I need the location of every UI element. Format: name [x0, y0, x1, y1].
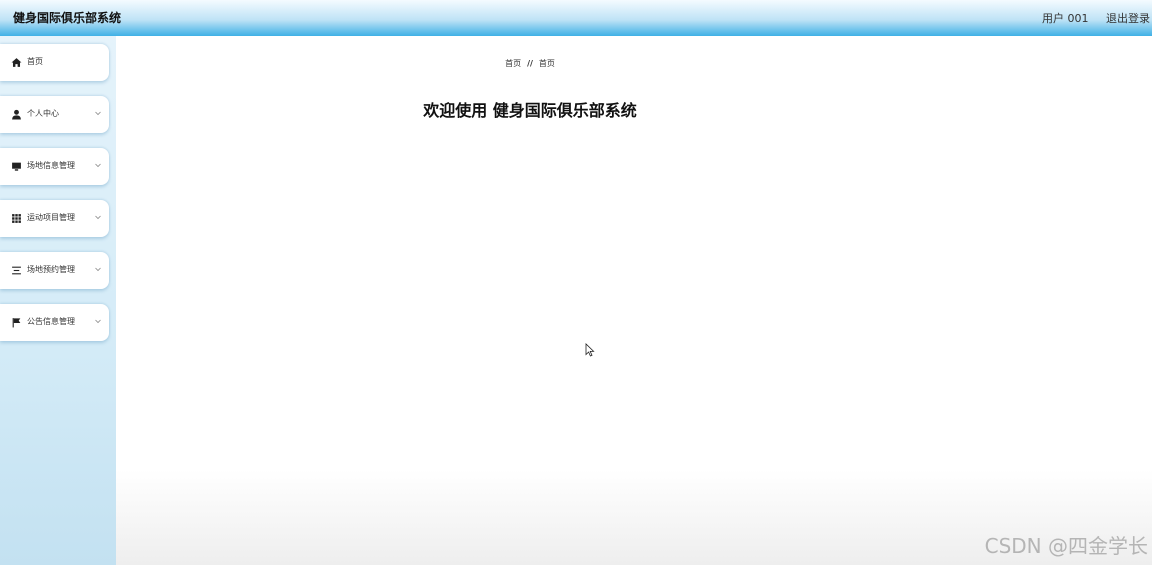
header-user-area: 用户 001 退出登录 — [1028, 10, 1150, 26]
sidebar-item-sports-items[interactable]: 运动项目管理 — [0, 200, 109, 237]
chevron-down-icon — [95, 215, 101, 220]
welcome-heading: 欢迎使用 健身国际俱乐部系统 — [423, 101, 637, 120]
chevron-down-icon — [95, 163, 101, 168]
breadcrumb-item: 首页 — [538, 59, 555, 68]
sidebar-item-venue-info[interactable]: 场地信息管理 — [0, 148, 109, 185]
user-name[interactable]: 用户 001 — [1042, 12, 1089, 25]
sidebar-item-label: 场地预约管理 — [27, 265, 75, 274]
top-header: 健身国际俱乐部系统 用户 001 退出登录 — [0, 0, 1152, 36]
mouse-cursor-icon — [585, 343, 595, 357]
chevron-down-icon — [95, 267, 101, 272]
grid-icon — [12, 214, 21, 223]
chevron-down-icon — [95, 319, 101, 324]
main-content: 首页 // 首页 欢迎使用 健身国际俱乐部系统 — [116, 36, 1152, 565]
watermark: CSDN @四金学长 — [984, 534, 1148, 558]
sidebar-item-label: 公告信息管理 — [27, 317, 75, 326]
list-icon — [12, 266, 21, 275]
monitor-icon — [12, 162, 21, 171]
app-title: 健身国际俱乐部系统 — [13, 11, 122, 25]
sidebar-item-announcements[interactable]: 公告信息管理 — [0, 304, 109, 341]
logout-button[interactable]: 退出登录 — [1106, 12, 1150, 25]
breadcrumb-item[interactable]: 首页 — [505, 59, 521, 68]
sidebar-item-venue-booking[interactable]: 场地预约管理 — [0, 252, 109, 289]
breadcrumb: 首页 // 首页 — [0, 58, 1060, 69]
sidebar-item-label: 运动项目管理 — [27, 213, 75, 222]
sidebar-item-label: 场地信息管理 — [27, 161, 75, 170]
flag-icon — [12, 318, 21, 328]
breadcrumb-separator: // — [527, 59, 533, 68]
